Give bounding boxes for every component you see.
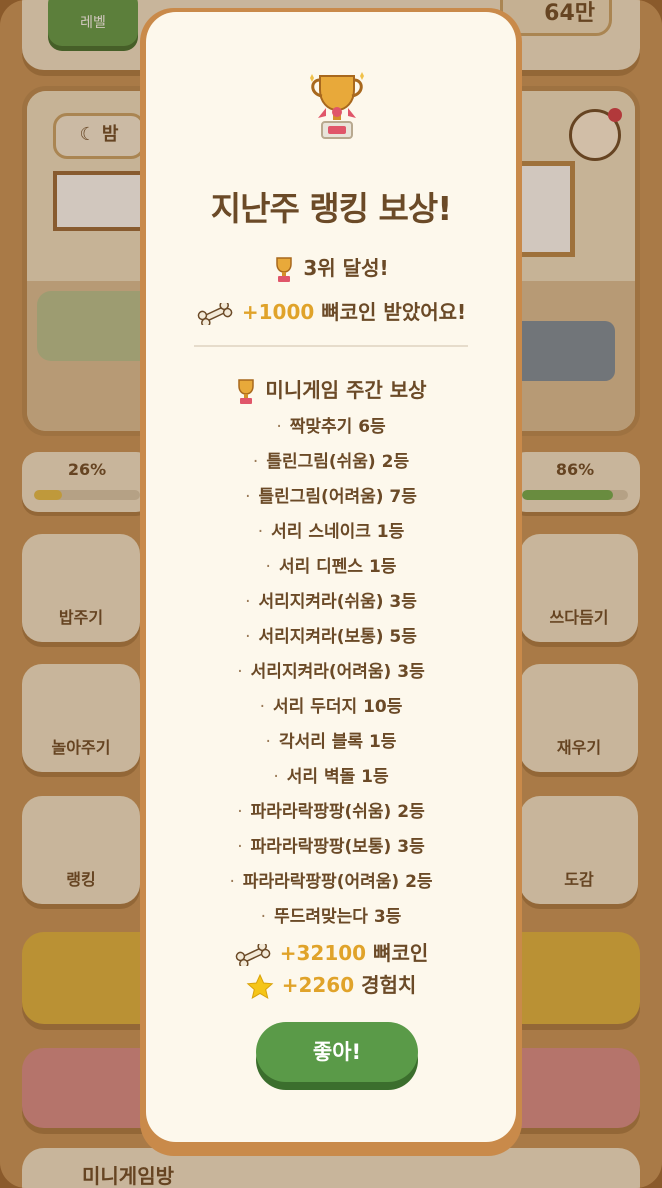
bone-icon — [235, 943, 271, 966]
list-item: · 서리지켜라(보통) 5등 — [245, 627, 417, 647]
list-item: · 서리 디펜스 1등 — [265, 557, 397, 577]
divider — [194, 345, 468, 347]
app-frame: 레벨 64만 ☾ 밤 26% 86% 밥주기 놀아주기 랭킹 쓰다듬기 재우기 … — [0, 0, 662, 1188]
trophy-icon — [238, 378, 255, 404]
list-item: · 서리지켜라(어려움) 3등 — [237, 662, 425, 682]
total-exp-reward: +2260 경험치 — [146, 969, 516, 1000]
list-item: · 틀린그림(어려움) 7등 — [245, 487, 417, 507]
rank-achieved: 3위 달성! — [146, 252, 516, 284]
list-item: · 각서리 블록 1등 — [265, 732, 397, 752]
minigame-results-list: · 짝맞추기 6등 · 틀린그림(쉬움) 2등 · 틀린그림(어려움) 7등 · 서리 … — [146, 410, 516, 935]
weekly-rank-reward: +1000 뼈코인 받았어요! — [146, 296, 516, 325]
modal-body: 지난주 랭킹 보상! 3위 달성! +1000 뼈코인 받았어요! 미니게임 주… — [146, 12, 516, 1142]
total-coin-reward: +32100 뼈코인 — [146, 937, 516, 966]
ranking-reward-modal: 지난주 랭킹 보상! 3위 달성! +1000 뼈코인 받았어요! 미니게임 주… — [140, 8, 522, 1156]
list-item: · 파라라락팡팡(어려움) 2등 — [229, 872, 433, 892]
ok-button[interactable]: 좋아! — [256, 1022, 418, 1082]
list-item: · 서리 두더지 10등 — [259, 697, 403, 717]
bone-icon — [197, 302, 233, 325]
list-item: · 뚜드려맞는다 3등 — [260, 907, 402, 927]
modal-title: 지난주 랭킹 보상! — [210, 189, 453, 228]
list-item: · 파라라락팡팡(쉬움) 2등 — [237, 802, 425, 822]
list-item: · 짝맞추기 6등 — [276, 417, 386, 437]
list-item: · 파라라락팡팡(보통) 3등 — [237, 837, 425, 857]
list-item: · 서리지켜라(쉬움) 3등 — [245, 592, 417, 612]
list-item: · 서리 스네이크 1등 — [257, 522, 405, 542]
list-item: · 틀린그림(쉬움) 2등 — [252, 452, 410, 472]
minigame-section-title: 미니게임 주간 보상 — [146, 374, 516, 406]
trophy-icon — [310, 72, 364, 139]
trophy-icon — [276, 256, 293, 282]
star-icon — [246, 973, 274, 999]
list-item: · 서리 벽돌 1등 — [273, 767, 389, 787]
